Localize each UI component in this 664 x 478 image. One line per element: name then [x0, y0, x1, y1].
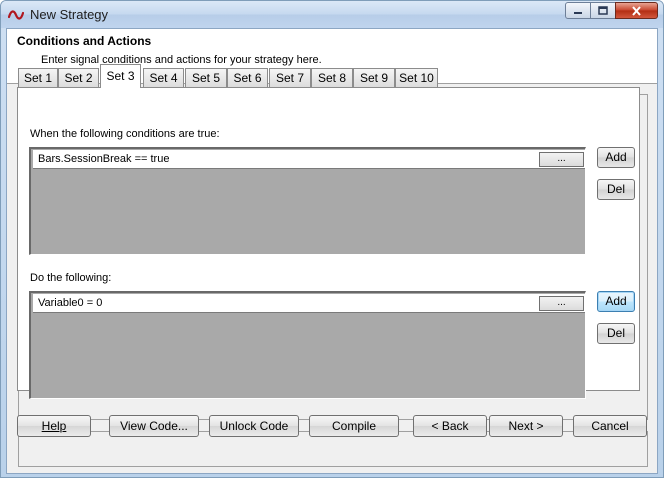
next-button[interactable]: Next > [489, 415, 563, 437]
help-label: Help [41, 419, 67, 433]
cancel-button[interactable]: Cancel [573, 415, 647, 437]
ninjatrader-logo-icon [8, 10, 24, 20]
unlock-code-button[interactable]: Unlock Code [209, 415, 299, 437]
compile-button[interactable]: Compile [309, 415, 399, 437]
page-title: Conditions and Actions [17, 34, 152, 48]
page-subtitle: Enter signal conditions and actions for … [41, 54, 322, 66]
del-condition-button[interactable]: Del [597, 179, 635, 200]
view-code-label: View Code... [120, 419, 188, 433]
actions-label: Do the following: [30, 272, 112, 284]
tab-set-6[interactable]: Set 6 [227, 68, 268, 87]
maximize-button[interactable] [590, 2, 616, 19]
minimize-button[interactable] [565, 2, 591, 19]
conditions-label: When the following conditions are true: [30, 128, 220, 140]
tab-set-5[interactable]: Set 5 [185, 68, 227, 87]
view-code-button[interactable]: View Code... [109, 415, 199, 437]
condition-edit-button[interactable]: ... [539, 152, 584, 167]
minimize-icon [574, 11, 582, 14]
action-expression: Variable0 = 0 [38, 297, 103, 309]
condition-row[interactable]: Bars.SessionBreak == true ... [33, 150, 585, 169]
tab-set-10[interactable]: Set 10 [395, 68, 438, 87]
close-button[interactable] [615, 2, 658, 19]
tab-set-8[interactable]: Set 8 [311, 68, 353, 87]
del-action-button[interactable]: Del [597, 323, 635, 344]
tab-set-9[interactable]: Set 9 [353, 68, 395, 87]
compile-label: Compile [331, 419, 376, 433]
tab-set-3[interactable]: Set 3 [100, 64, 141, 88]
window-title: New Strategy [30, 7, 109, 22]
help-button[interactable]: Help [17, 415, 91, 437]
tab-set-7[interactable]: Set 7 [269, 68, 311, 87]
unlock-code-label: Unlock Code [219, 419, 289, 433]
tab-set-4[interactable]: Set 4 [143, 68, 184, 87]
tab-set-2[interactable]: Set 2 [58, 68, 99, 87]
next-label: Next > [508, 419, 544, 433]
back-label: < Back [431, 419, 469, 433]
maximize-icon [598, 6, 608, 15]
actions-list[interactable]: Variable0 = 0 ... [29, 291, 586, 399]
conditions-list[interactable]: Bars.SessionBreak == true ... [29, 147, 586, 255]
action-edit-button[interactable]: ... [539, 296, 584, 311]
add-condition-button[interactable]: Add [597, 147, 635, 168]
cancel-label: Cancel [591, 419, 629, 433]
back-button[interactable]: < Back [413, 415, 487, 437]
tab-set-1[interactable]: Set 1 [18, 68, 58, 87]
add-action-button[interactable]: Add [597, 291, 635, 312]
title-bar[interactable]: New Strategy [1, 1, 663, 28]
close-icon [632, 5, 641, 16]
action-row[interactable]: Variable0 = 0 ... [33, 294, 585, 313]
condition-expression: Bars.SessionBreak == true [38, 153, 170, 165]
